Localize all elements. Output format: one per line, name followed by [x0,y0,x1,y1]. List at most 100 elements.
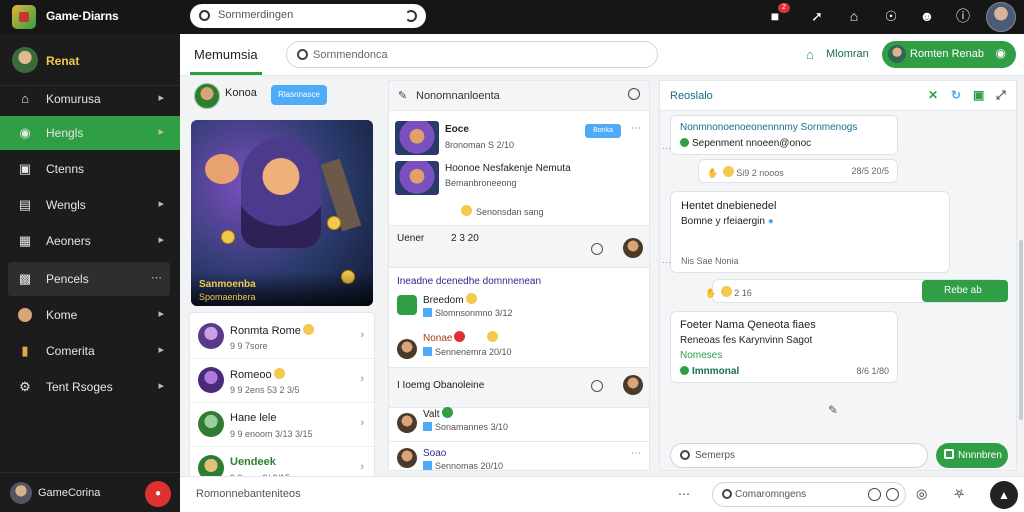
settings-icon[interactable] [886,488,899,501]
avatar[interactable] [397,448,417,468]
profile-header: Konoa Rlasnnasce [189,80,375,114]
list-item[interactable]: Hane lele 9 9 enoom 3/13 3/15 › [190,403,374,447]
avatar [888,45,906,63]
scrollbar[interactable] [1019,240,1023,420]
reply-pill[interactable]: Rebe ab [922,280,1008,302]
more-icon[interactable]: ⋯ [678,487,690,501]
send-button[interactable]: Nnnnbren [936,443,1008,468]
feed-panel: ✎ Nonomnanloenta Eoce 8ronoman S 2/10 Bo… [388,80,650,471]
emoji-icon [302,324,314,335]
edit-icon[interactable]: ✎ [398,89,407,102]
copy-icon[interactable] [591,380,603,392]
chevron-right-icon: › [360,373,364,385]
header-search-input[interactable]: Sornmendonca [286,41,658,68]
sidebar-item-kome[interactable]: Kome ▸ [0,298,180,332]
home-icon[interactable]: ⌂ [806,47,814,62]
more-icon[interactable]: ⋯ [662,257,671,268]
app-icon[interactable] [397,295,417,315]
home-icon: ⌂ [21,91,29,106]
post-subtitle: Sennenemra 20/10 [423,347,512,357]
avatar[interactable] [10,482,32,504]
shield-icon[interactable]: ⛧ [954,486,964,502]
more-icon[interactable]: ⋯ [631,123,641,134]
list-item[interactable]: Ronmta Rome 9 9 7sore › [190,315,374,359]
chat-input[interactable]: Semerps [670,443,928,468]
sidebar-item-wengls[interactable]: ▤ Wengls ▸ [0,188,180,222]
page-title[interactable]: Memumsia [194,47,258,62]
close-icon[interactable]: ✕ [928,88,938,102]
hero-image[interactable]: Sanmoenba Spomaenbera [191,120,373,306]
chat-message[interactable]: ✋ Si9 2 nooos 28/5 20/5 [698,159,898,183]
message-status: Imnmonal [680,366,739,377]
active-tab-indicator [190,72,262,75]
chevron-right-icon: ▸ [158,380,164,392]
sidebar-item-komurusa[interactable]: ⌂ Komurusa ▸ [0,82,180,116]
user-avatar[interactable] [986,2,1016,32]
section-value: 2 3 20 [451,233,479,244]
avatar[interactable] [397,413,417,433]
list-item[interactable]: Romeoo 9 9 2ens 53 2 3/5 › [190,359,374,403]
emoji-icon[interactable] [868,488,881,501]
sidebar-item-label: Hengls [46,126,84,140]
globe-icon[interactable]: ☉ [882,7,900,25]
trophy-icon: ▮ [21,343,29,358]
refresh-icon[interactable]: ↻ [951,88,961,102]
pen-icon[interactable]: ✎ [828,403,838,417]
record-icon[interactable]: ◎ [916,486,927,502]
message-link[interactable]: Nomeses [680,350,722,361]
copy-icon[interactable] [591,243,603,255]
bottom-search-input[interactable]: Comaromngens [712,482,906,507]
list-item-name: Uendeek [230,456,276,468]
profile-action-button[interactable]: Rlasnnasce [271,85,327,105]
chat-message[interactable]: Nonmnonoenoeonennnmy Sornmenogs Sepenmen… [670,115,898,155]
avatar[interactable] [194,83,220,109]
sidebar-item-label: Pencels [46,272,89,286]
info-icon[interactable]: ⓘ [954,7,972,25]
expand-icon[interactable]: ⤢ [996,88,1006,103]
message-subtext: Sepenment nnoeen@onoc [680,138,811,149]
emoji-icon [465,293,477,304]
more-icon[interactable]: ⋯ [662,143,671,154]
avatar [198,367,224,393]
post-reaction: Senonsdan sang [459,205,544,217]
record-button[interactable]: ● [145,481,171,507]
post-thumbnail[interactable] [395,161,439,195]
sidebar-item-tent-rsoges[interactable]: ⚙ Tent Rsoges ▸ [0,370,180,404]
like-icon: ✋ [705,288,717,298]
header-user-pill[interactable]: Romten Renab ◉ [882,41,1016,68]
avatar[interactable] [397,339,417,359]
chevron-right-icon: › [360,329,364,341]
chevron-right-icon: ▸ [158,308,164,320]
header-home-link[interactable]: Mlomran [826,48,869,60]
home-icon[interactable]: ⌂ [845,7,863,25]
avatar[interactable] [623,238,643,258]
chat-message[interactable]: Foeter Nama Qeneota fiaes Reneoas fes Ka… [670,311,898,383]
avatar[interactable] [623,375,643,395]
sidebar-user-name: Renat [46,54,80,68]
sidebar-item-ctenns[interactable]: ▣ Ctenns [0,152,180,186]
profile-icon[interactable]: ☻ [918,7,936,25]
notification-badge: 2 [778,3,790,13]
hero-caption-subtitle: Spomaenbera [199,292,256,302]
sidebar-item-label: Tent Rsoges [46,380,113,394]
sidebar-user[interactable]: Renat [0,34,180,86]
chevron-right-icon: › [360,417,364,429]
user-action-button[interactable]: ▲ [990,481,1018,509]
sidebar-item-hengls[interactable]: ◉ Hengls ▸ [0,116,180,150]
info-icon[interactable] [628,88,640,100]
window-icon[interactable]: ▣ [973,88,984,102]
post-subtitle: Slomnsonmno 3/12 [423,308,513,318]
refresh-icon[interactable] [405,10,417,22]
chat-message[interactable]: Hentet dnebienedel Bomne y rfeiaergin ● … [670,191,950,273]
post-badge[interactable]: Bonka [585,124,621,138]
more-icon[interactable]: ⋯ [631,448,641,459]
app-logo[interactable] [12,5,36,29]
sidebar-item-pencels[interactable]: ▩ Pencels ⋯ [8,262,170,296]
top-search-input[interactable]: Sornmerdingen [190,4,426,28]
activity-icon[interactable]: ➚ [808,7,826,25]
sidebar-item-aeoners[interactable]: ▦ Aeoners ▸ [0,224,180,258]
list-item-name: Ronmta Rome [230,324,314,337]
post-thumbnail[interactable] [395,121,439,155]
reply-pill-label: Rebe ab [944,285,982,296]
sidebar-item-comerita[interactable]: ▮ Comerita ▸ [0,334,180,368]
